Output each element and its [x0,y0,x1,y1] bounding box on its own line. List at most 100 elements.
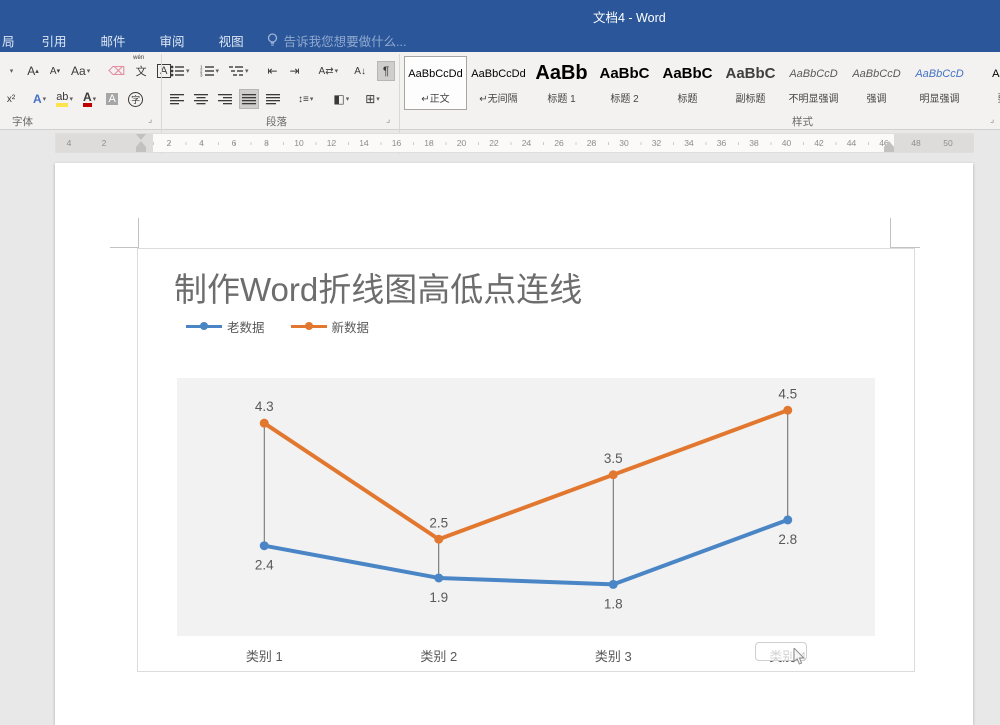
show-paragraph-marks-button[interactable]: ¶ [377,61,395,81]
numbered-list-button[interactable]: 1 2 3 ▾ [197,61,223,81]
chart-object[interactable]: 制作Word折线图高低点连线 老数据新数据 2.41.91.82.84.32.5… [137,248,915,672]
style-preview: AaBb [535,57,587,90]
first-line-indent-marker[interactable] [136,134,146,140]
category-label-1: 类别 1 [246,646,283,665]
right-indent-marker-base[interactable] [884,147,894,152]
ruler-number: 16 [392,138,401,148]
align-left-button[interactable] [167,89,187,109]
style-preview: AaBbCcDd [471,57,525,90]
phonetic-guide-button[interactable]: wén文 [132,61,150,81]
style-item-要[interactable]: AaB要 [971,56,1000,110]
style-item-强调[interactable]: AaBbCcD强调 [845,56,908,110]
paragraph-group-row2: ↕≡▾ ◧▾ ⊞▾ [167,88,383,110]
font-size-dropdown-partial[interactable]: ▾ [2,61,20,81]
character-shading-button[interactable]: A [103,89,121,109]
justify-icon [242,94,256,105]
data-point [783,406,792,415]
decrease-indent-button[interactable]: ⇤ [264,61,282,81]
enclose-characters-button[interactable]: 字 [125,89,146,109]
sort-button[interactable]: A↓ [351,61,369,81]
font-group-row2: x² A▾ ab▾ A▾ A 字 [2,88,146,110]
align-right-button[interactable] [215,89,235,109]
font-color-button[interactable]: A▾ [80,89,99,109]
increase-indent-button[interactable]: ⇥ [286,61,304,81]
shading-button[interactable]: ◧▾ [330,89,352,109]
shrink-font-button[interactable]: A▾ [46,61,64,81]
ruler-number: 40 [782,138,791,148]
data-point [260,419,269,428]
style-label: 明显强调 [920,90,960,105]
font-dialog-launcher-icon[interactable]: ⌟ [148,114,152,125]
data-label: 1.8 [604,596,623,611]
ruler-right-margin-zone [894,134,974,152]
tab-layout-partial[interactable]: 局 [0,31,25,50]
ruler-number: 28 [587,138,596,148]
ruler-number: 22 [489,138,498,148]
left-indent-marker[interactable] [136,147,146,152]
clear-formatting-button[interactable]: ⌫ [105,61,128,81]
crop-mark-left [138,218,139,248]
style-label: 标题 2 [610,90,638,105]
bullet-list-icon [170,65,185,77]
svg-text:3: 3 [200,73,203,77]
superscript-button[interactable]: x² [2,89,20,109]
numbered-list-icon: 1 2 3 [200,65,215,77]
multilevel-list-icon [229,65,244,77]
change-case-button[interactable]: Aa▾ [68,61,93,81]
borders-button[interactable]: ⊞▾ [362,89,383,109]
align-center-button[interactable] [191,89,211,109]
line-spacing-button[interactable]: ↕≡▾ [295,89,316,109]
text-effects-button[interactable]: A▾ [30,89,49,109]
data-label: 1.9 [429,590,448,605]
distribute-button[interactable] [263,89,283,109]
font-group-label: 字体 [12,114,33,129]
title-bar: 文档4 - Word [0,0,1000,28]
style-label: 副标题 [736,90,766,105]
document-page[interactable]: 制作Word折线图高低点连线 老数据新数据 2.41.91.82.84.32.5… [55,163,973,725]
align-left-icon [170,94,184,105]
ribbon-tab-1[interactable]: 邮件 [84,31,143,50]
data-label: 2.5 [429,515,448,530]
tell-me-box[interactable]: 告诉我您想要做什么... [267,31,407,50]
ruler-number: 50 [943,138,952,148]
ribbon-tab-2[interactable]: 审阅 [143,31,202,50]
highlight-color-button[interactable]: ab▾ [53,89,76,109]
ruler-number: 24 [522,138,531,148]
justify-button[interactable] [239,89,259,109]
series-line-1 [264,410,788,539]
style-item-无间隔[interactable]: AaBbCcDd↵无间隔 [467,56,530,110]
asian-layout-button[interactable]: A⇄▾ [316,61,342,81]
style-item-标题2[interactable]: AaBbC标题 2 [593,56,656,110]
multilevel-list-button[interactable]: ▾ [226,61,252,81]
ruler-number: 48 [911,138,920,148]
data-label: 2.4 [255,558,274,573]
mouse-cursor-icon [793,648,806,666]
document-area: 制作Word折线图高低点连线 老数据新数据 2.41.91.82.84.32.5… [0,154,1000,725]
ribbon-tabs: 引用邮件审阅视图 [25,31,261,50]
style-item-正文[interactable]: AaBbCcDd↵正文 [404,56,467,110]
data-label: 3.5 [604,451,623,466]
align-center-icon [194,94,208,105]
ruler-number: 14 [359,138,368,148]
style-item-不明显强调[interactable]: AaBbCcD不明显强调 [782,56,845,110]
grow-font-button[interactable]: A▴ [24,61,42,81]
style-preview: AaBbCcDd [408,57,462,90]
styles-gallery: AaBbCcDd↵正文AaBbCcDd↵无间隔AaBb标题 1AaBbC标题 2… [404,56,1000,110]
ruler-number: 30 [619,138,628,148]
ribbon: ▾ A▴ A▾ Aa▾ ⌫ wén文 A x² A▾ ab▾ A▾ A 字 字体… [0,52,1000,130]
ruler-number: 38 [749,138,758,148]
lightbulb-icon [267,33,278,48]
style-item-副标题[interactable]: AaBbC副标题 [719,56,782,110]
style-item-明显强调[interactable]: AaBbCcD明显强调 [908,56,971,110]
ribbon-tab-0[interactable]: 引用 [25,31,84,50]
ribbon-tab-3[interactable]: 视图 [202,31,261,50]
bullet-list-button[interactable]: ▾ [167,61,193,81]
style-item-标题[interactable]: AaBbC标题 [656,56,719,110]
paragraph-dialog-launcher-icon[interactable]: ⌟ [386,114,390,125]
styles-dialog-launcher-icon[interactable]: ⌟ [990,114,994,125]
align-right-icon [218,94,232,105]
style-item-标题1[interactable]: AaBb标题 1 [530,56,593,110]
ruler-number: 26 [554,138,563,148]
data-label: 4.3 [255,399,274,414]
style-preview: AaBbCcD [789,57,837,90]
